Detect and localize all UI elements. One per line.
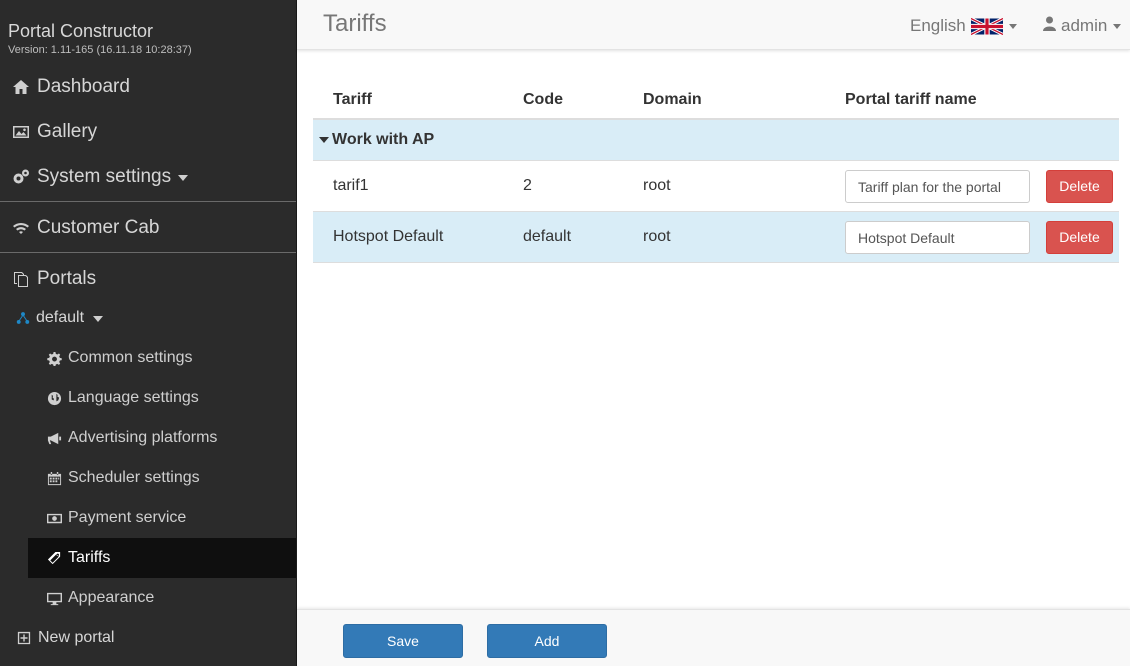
sidebar-subitem-label: Tariffs bbox=[68, 549, 111, 566]
gears-icon bbox=[10, 166, 32, 188]
plus-square-icon bbox=[13, 627, 35, 649]
table-header: Tariff Code Domain Portal tariff name bbox=[313, 80, 1119, 120]
bullhorn-icon bbox=[45, 429, 63, 447]
sidebar-subitem-label: Payment service bbox=[68, 509, 187, 526]
globe-icon bbox=[45, 389, 63, 407]
sidebar-subitem-label: Language settings bbox=[68, 389, 199, 406]
image-icon bbox=[10, 121, 32, 143]
tags-icon bbox=[45, 549, 63, 567]
portal-selector[interactable]: default bbox=[0, 307, 296, 329]
sidebar-subitem-scheduler-settings[interactable]: Scheduler settings bbox=[28, 458, 296, 498]
uk-flag-icon bbox=[970, 16, 1004, 36]
portal-tariff-name-input[interactable] bbox=[845, 221, 1030, 254]
tariff-cell: Hotspot Default bbox=[333, 228, 444, 245]
divider bbox=[0, 201, 296, 202]
divider bbox=[0, 252, 296, 253]
table-row: Hotspot Default default root Delete bbox=[313, 212, 1119, 263]
sidebar-subitem-label: Common settings bbox=[68, 349, 193, 366]
user-icon bbox=[1043, 16, 1061, 36]
app-version: Version: 1.11-165 (16.11.18 10:28:37) bbox=[8, 44, 192, 56]
sitemap-icon bbox=[12, 307, 34, 329]
sidebar-item-label: Customer Cab bbox=[37, 217, 160, 238]
sidebar-subitem-tariffs[interactable]: Tariffs bbox=[28, 538, 296, 578]
add-button[interactable]: Add bbox=[487, 624, 607, 658]
new-portal-button[interactable]: New portal bbox=[0, 627, 296, 649]
caret-down-icon bbox=[319, 137, 329, 143]
table-row: tarif1 2 root Delete bbox=[313, 161, 1119, 212]
code-cell: 2 bbox=[523, 177, 532, 194]
footer-toolbar: Save Add bbox=[297, 609, 1130, 666]
delete-button[interactable]: Delete bbox=[1046, 170, 1113, 203]
language-dropdown[interactable]: English bbox=[910, 16, 1017, 36]
sidebar-item-gallery[interactable]: Gallery bbox=[0, 119, 296, 145]
sidebar-item-system-settings[interactable]: System settings bbox=[0, 164, 296, 190]
copy-icon bbox=[10, 268, 32, 290]
sidebar-item-customer-cab[interactable]: Customer Cab bbox=[0, 215, 296, 241]
language-label: English bbox=[910, 16, 966, 35]
sidebar-subitem-label: Advertising platforms bbox=[68, 429, 218, 446]
chevron-down-icon bbox=[1113, 23, 1122, 29]
user-dropdown[interactable]: admin bbox=[1043, 16, 1122, 36]
sidebar-item-label: Dashboard bbox=[37, 76, 130, 97]
sidebar-subitem-label: Appearance bbox=[68, 589, 155, 606]
chevron-down-icon bbox=[1008, 23, 1017, 29]
save-button[interactable]: Save bbox=[343, 624, 463, 658]
group-toggle[interactable]: Work with AP bbox=[319, 131, 434, 149]
code-cell: default bbox=[523, 228, 572, 245]
tariffs-table: Tariff Code Domain Portal tariff name Wo… bbox=[313, 80, 1119, 263]
column-header-portal-tariff-name: Portal tariff name bbox=[845, 91, 977, 108]
user-name: admin bbox=[1061, 16, 1108, 35]
sidebar: Portal Constructor Version: 1.11-165 (16… bbox=[0, 0, 297, 666]
portal-name: default bbox=[36, 309, 85, 326]
home-icon bbox=[10, 76, 32, 98]
portal-tariff-name-input[interactable] bbox=[845, 170, 1030, 203]
sidebar-item-label: System settings bbox=[37, 166, 172, 187]
calendar-icon bbox=[45, 469, 63, 487]
sidebar-subitem-advertising-platforms[interactable]: Advertising platforms bbox=[28, 418, 296, 458]
sidebar-item-label: Gallery bbox=[37, 121, 98, 142]
column-header-code: Code bbox=[523, 91, 563, 108]
gear-icon bbox=[45, 349, 63, 367]
sidebar-subitem-label: Scheduler settings bbox=[68, 469, 200, 486]
domain-cell: root bbox=[643, 177, 671, 194]
sidebar-item-portals[interactable]: Portals bbox=[0, 266, 296, 292]
money-icon bbox=[45, 509, 63, 527]
wifi-icon bbox=[10, 217, 32, 239]
column-header-domain: Domain bbox=[643, 91, 702, 108]
sidebar-subitem-common-settings[interactable]: Common settings bbox=[28, 338, 296, 378]
brand: Portal Constructor Version: 1.11-165 (16… bbox=[8, 21, 192, 56]
new-portal-label: New portal bbox=[38, 629, 115, 646]
tariff-cell: tarif1 bbox=[333, 177, 369, 194]
sidebar-subitem-appearance[interactable]: Appearance bbox=[28, 578, 296, 618]
chevron-down-icon bbox=[93, 316, 104, 322]
app-title: Portal Constructor bbox=[8, 21, 154, 41]
group-row[interactable]: Work with AP bbox=[313, 120, 1119, 161]
group-label: Work with AP bbox=[332, 131, 435, 148]
sidebar-item-dashboard[interactable]: Dashboard bbox=[0, 74, 296, 100]
sidebar-subitem-language-settings[interactable]: Language settings bbox=[28, 378, 296, 418]
delete-button[interactable]: Delete bbox=[1046, 221, 1113, 254]
sidebar-item-label: Portals bbox=[37, 268, 97, 289]
desktop-icon bbox=[45, 589, 63, 607]
sidebar-subitem-payment-service[interactable]: Payment service bbox=[28, 498, 296, 538]
column-header-tariff: Tariff bbox=[333, 91, 372, 108]
top-navbar: Tariffs English admin bbox=[297, 0, 1130, 50]
domain-cell: root bbox=[643, 228, 671, 245]
chevron-down-icon bbox=[178, 175, 189, 181]
page-title: Tariffs bbox=[323, 10, 387, 37]
